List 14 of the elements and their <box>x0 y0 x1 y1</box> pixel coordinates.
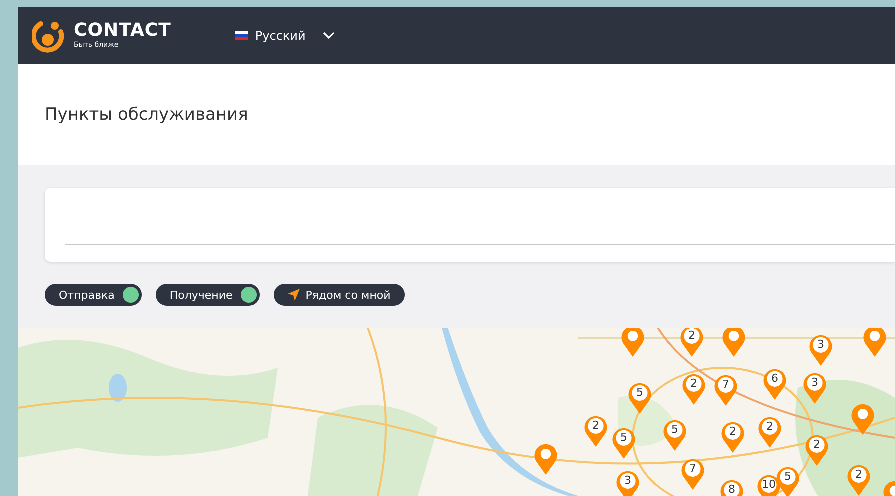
filter-toggle[interactable]: Отправка <box>45 284 142 306</box>
map-pin[interactable] <box>721 328 747 358</box>
filter-toggle[interactable]: Получение <box>156 284 260 306</box>
brand-name: CONTACT <box>74 21 172 41</box>
language-selector[interactable]: Русский <box>235 28 335 42</box>
nearby-button[interactable]: Рядом со мной <box>274 284 405 306</box>
page-title: Пункты обслуживания <box>45 104 248 124</box>
map-pin[interactable] <box>862 328 888 358</box>
chevron-down-icon <box>322 32 335 40</box>
logo-icon <box>32 18 66 52</box>
map-pin[interactable] <box>620 328 646 358</box>
navigation-arrow-icon <box>288 289 300 301</box>
cluster-marker[interactable]: 2 <box>679 328 705 358</box>
flag-icon <box>235 31 248 40</box>
